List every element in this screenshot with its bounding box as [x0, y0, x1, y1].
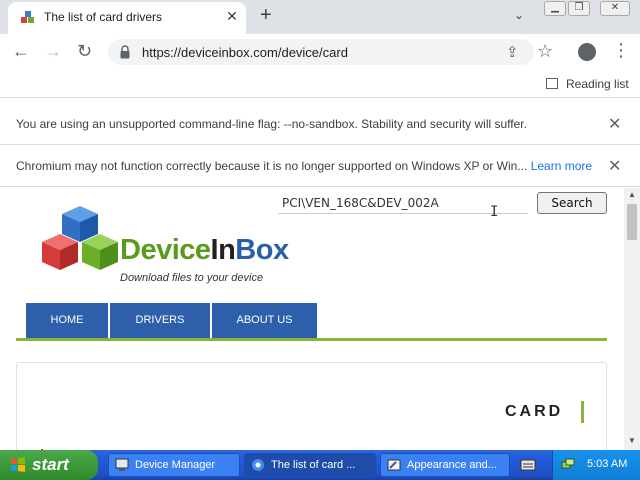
share-icon[interactable]: ⇪	[506, 43, 519, 61]
reading-list-button[interactable]: Reading list	[546, 77, 629, 91]
restore-button[interactable]: ❐	[568, 1, 590, 16]
chromium-icon	[252, 459, 264, 471]
infobar-message: Chromium may not function correctly beca…	[16, 159, 593, 173]
site-favicon-icon	[21, 11, 34, 23]
site-tagline: Download files to your device	[120, 272, 264, 284]
task-appearance[interactable]: Appearance and...	[380, 453, 510, 477]
network-icon[interactable]	[561, 458, 575, 472]
infobar-close-icon[interactable]: ✕	[608, 114, 621, 134]
browser-toolbar: ← → ↻ https://deviceinbox.com/device/car…	[0, 34, 640, 70]
forward-icon[interactable]: →	[44, 42, 62, 60]
address-bar[interactable]: https://deviceinbox.com/device/card ⇪	[108, 39, 534, 65]
reload-icon[interactable]: ↻	[77, 42, 92, 60]
nav-divider	[16, 338, 607, 341]
infobar-message: You are using an unsupported command-lin…	[16, 117, 527, 131]
tab-search-chevron-icon[interactable]: ⌄	[514, 8, 524, 22]
lock-icon	[120, 45, 130, 59]
page-scrollbar[interactable]: ▲ ▼	[624, 188, 640, 450]
infobar-sandbox-warning: You are using an unsupported command-lin…	[0, 104, 640, 145]
page-heading: CARD	[505, 403, 564, 420]
infobar-unsupported-os: Chromium may not function correctly beca…	[0, 146, 640, 187]
minimize-button[interactable]: ▁	[544, 1, 566, 16]
system-tray: 5:03 AM	[552, 450, 640, 480]
window-close-button[interactable]: ✕	[600, 1, 630, 16]
keyboard-icon[interactable]	[520, 458, 536, 472]
heading-accent-bar	[581, 401, 584, 423]
clock: 5:03 AM	[587, 458, 628, 470]
reading-list-label: Reading list	[566, 77, 629, 91]
start-button[interactable]: start	[0, 450, 98, 480]
bookmark-star-icon[interactable]: ☆	[537, 42, 553, 60]
nav-home[interactable]: HOME	[26, 303, 108, 338]
browser-tab[interactable]: The list of card drivers ✕	[8, 2, 246, 34]
infobar-close-icon[interactable]: ✕	[608, 156, 621, 176]
tab-title: The list of card drivers	[44, 10, 163, 24]
profile-avatar-icon[interactable]	[578, 43, 596, 61]
scroll-thumb[interactable]	[627, 204, 637, 240]
windows-flag-icon	[11, 457, 25, 472]
nav-drivers[interactable]: DRIVERS	[110, 303, 210, 338]
back-icon[interactable]: ←	[12, 42, 30, 60]
start-label: start	[32, 455, 69, 474]
new-tab-icon[interactable]: +	[260, 5, 272, 25]
tab-strip: The list of card drivers ✕ + ⌄ ▁ ❐ ✕	[0, 0, 640, 34]
site-logo-text[interactable]: DeviceInBox	[120, 234, 289, 267]
task-device-manager[interactable]: Device Manager	[108, 453, 240, 477]
menu-icon[interactable]: ⋮	[612, 40, 630, 61]
task-browser[interactable]: The list of card ...	[244, 453, 376, 477]
computer-icon	[115, 458, 129, 471]
scroll-up-icon[interactable]: ▲	[628, 190, 636, 199]
windows-taskbar: start Device Manager The list of card ..…	[0, 450, 640, 480]
url-text: https://deviceinbox.com/device/card	[142, 45, 348, 60]
scroll-down-icon[interactable]: ▼	[628, 436, 636, 445]
reading-list-icon	[546, 78, 558, 89]
bookmarks-bar: Reading list	[0, 70, 640, 98]
learn-more-link[interactable]: Learn more	[531, 159, 592, 173]
page-viewport: Search I DeviceInBox Download files to y…	[0, 188, 624, 450]
text-cursor-icon: I	[490, 204, 499, 220]
deviceinbox-logo-icon	[42, 206, 118, 270]
control-panel-icon	[387, 459, 401, 471]
nav-about-us[interactable]: ABOUT US	[212, 303, 317, 338]
tab-close-icon[interactable]: ✕	[224, 8, 240, 25]
search-button[interactable]: Search	[537, 192, 607, 214]
content-card: CARD	[16, 362, 607, 450]
